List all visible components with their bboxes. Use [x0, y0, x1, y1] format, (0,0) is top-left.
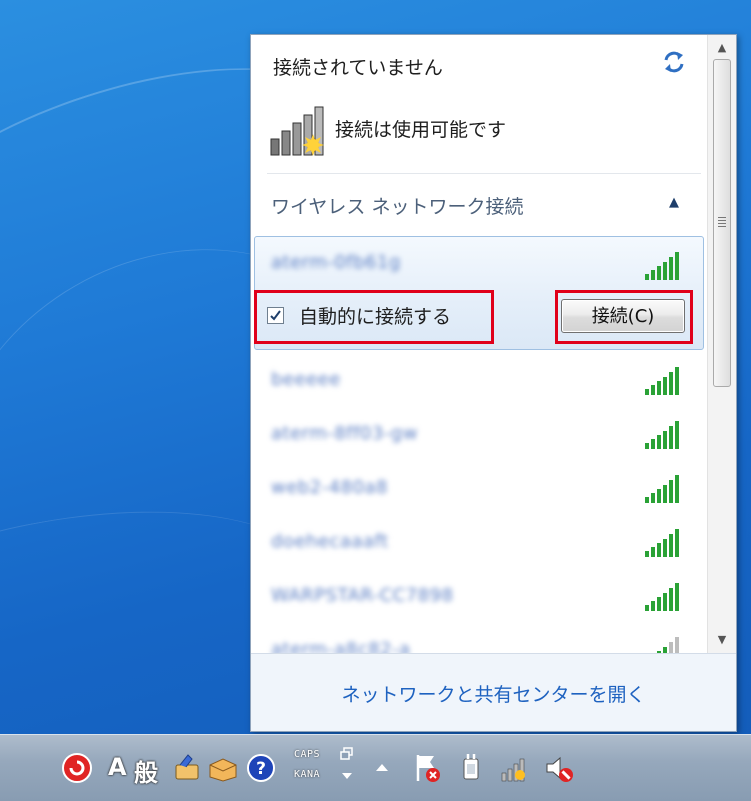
- scroll-up-icon[interactable]: ▲: [708, 37, 736, 59]
- wireless-available-icon: [270, 106, 324, 156]
- signal-strength-icon: [657, 637, 679, 653]
- security-app-icon[interactable]: [60, 751, 94, 785]
- refresh-icon[interactable]: [661, 49, 687, 75]
- signal-strength-icon: [645, 529, 679, 557]
- collapse-chevron-icon[interactable]: ▲: [669, 195, 679, 210]
- signal-strength-icon: [645, 252, 679, 280]
- network-name: aterm-8ff03-gw: [271, 423, 418, 444]
- checkmark-icon: [270, 310, 281, 321]
- network-list-area: 接続されていません 接続は使用可能です ワイヤレス ネットワーク接続 ▲ ate…: [251, 35, 707, 653]
- show-hidden-icons-chevron-icon[interactable]: [374, 761, 390, 773]
- action-center-flag-icon[interactable]: [410, 751, 444, 785]
- speaker-muted-icon[interactable]: [542, 751, 576, 785]
- section-title[interactable]: ワイヤレス ネットワーク接続: [271, 192, 523, 219]
- restore-icon[interactable]: [340, 747, 354, 761]
- network-name: beeeee: [271, 369, 341, 390]
- signal-strength-icon: [645, 421, 679, 449]
- ime-kanji-indicator[interactable]: 般: [134, 753, 158, 788]
- network-name: doehecaaaft: [271, 531, 389, 552]
- network-item[interactable]: aterm-a8c82-a: [251, 627, 707, 653]
- signal-strength-icon: [645, 367, 679, 395]
- caps-indicator: CAPS: [294, 749, 321, 760]
- vertical-scrollbar[interactable]: ▲ ▼: [707, 35, 736, 653]
- network-name: aterm-a8c82-a: [271, 639, 411, 653]
- dropdown-arrow-icon[interactable]: [340, 771, 354, 781]
- network-sharing-center-link[interactable]: ネットワークと共有センターを開く: [251, 680, 736, 707]
- svg-text:?: ?: [256, 759, 266, 779]
- flyout-footer: ネットワークと共有センターを開く: [251, 653, 736, 731]
- scroll-down-icon[interactable]: ▼: [708, 629, 736, 651]
- network-item[interactable]: web2-480a8: [251, 465, 707, 519]
- kana-indicator: KANA: [294, 769, 321, 780]
- ime-mode-indicator[interactable]: A: [108, 753, 127, 781]
- network-flyout: 接続されていません 接続は使用可能です ワイヤレス ネットワーク接続 ▲ ate…: [250, 34, 737, 732]
- help-icon[interactable]: ?: [244, 751, 278, 785]
- taskbar: A 般 ? CAPS KANA: [0, 734, 751, 801]
- network-name: aterm-0fb61g: [271, 252, 401, 273]
- signal-strength-icon: [645, 583, 679, 611]
- network-item[interactable]: doehecaaaft: [251, 519, 707, 573]
- network-item[interactable]: aterm-8ff03-gw: [251, 411, 707, 465]
- auto-connect-label[interactable]: 自動的に接続する: [299, 302, 451, 329]
- signal-strength-icon: [645, 475, 679, 503]
- connect-button[interactable]: 接続(C): [561, 299, 685, 333]
- network-name: WARPSTAR-CC7898: [271, 585, 454, 606]
- ime-dictionary-icon[interactable]: [206, 751, 240, 785]
- ime-pad-icon[interactable]: [170, 751, 204, 785]
- divider: [267, 173, 701, 174]
- connection-status: 接続は使用可能です: [335, 119, 507, 141]
- network-item[interactable]: beeeee: [251, 357, 707, 411]
- auto-connect-checkbox[interactable]: [267, 307, 284, 324]
- network-item[interactable]: WARPSTAR-CC7898: [251, 573, 707, 627]
- network-tray-icon[interactable]: [498, 751, 532, 785]
- grip-icon: [718, 217, 726, 227]
- network-name: web2-480a8: [271, 477, 389, 498]
- status-title: 接続されていません: [273, 57, 443, 79]
- scrollbar-thumb[interactable]: [713, 59, 731, 387]
- network-item-selected[interactable]: aterm-0fb61g: [251, 238, 707, 292]
- power-plug-icon[interactable]: [454, 751, 488, 785]
